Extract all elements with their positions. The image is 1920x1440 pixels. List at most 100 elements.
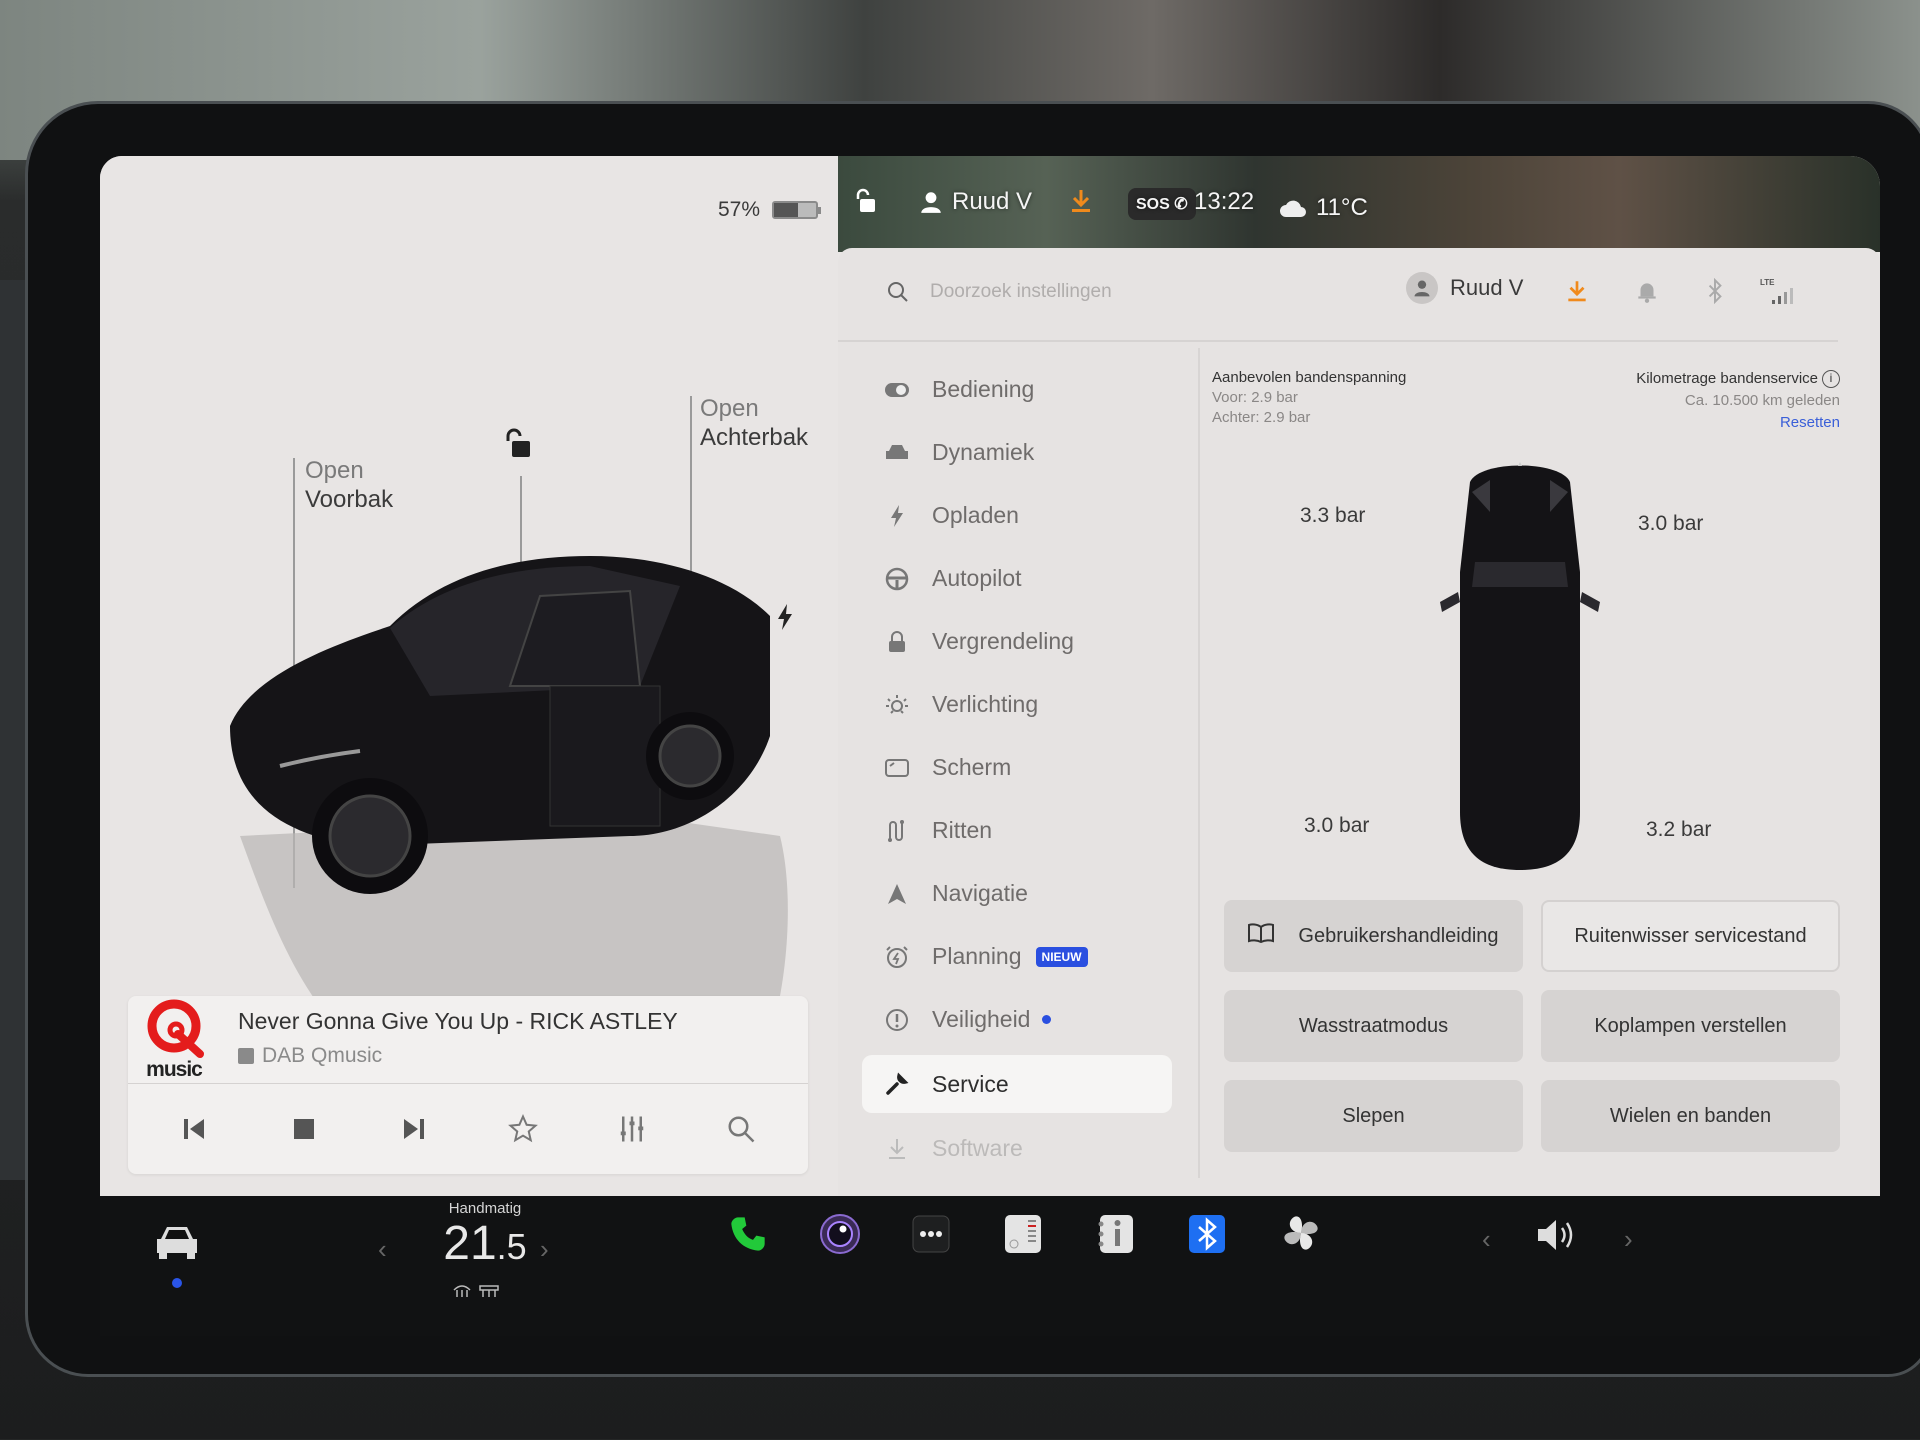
temp-decimal: .5 bbox=[496, 1226, 527, 1267]
sidebar-item-veiligheid[interactable]: Veiligheid bbox=[862, 988, 1172, 1051]
sidebar-item-opladen[interactable]: Opladen bbox=[862, 484, 1172, 547]
bolt-icon bbox=[884, 503, 910, 529]
favorite-button[interactable] bbox=[503, 1109, 543, 1149]
sidebar-item-ritten[interactable]: Ritten bbox=[862, 799, 1172, 862]
car-button[interactable] bbox=[152, 1222, 202, 1262]
outside-temperature: 11°C bbox=[1316, 194, 1368, 221]
media-now-playing: music Never Gonna Give You Up - RICK AST… bbox=[128, 996, 808, 1084]
open-frunk-button[interactable]: Open Voorbak bbox=[305, 456, 393, 514]
koplampen-verstellen-button[interactable]: Koplampen verstellen bbox=[1541, 990, 1840, 1062]
person-icon bbox=[1414, 280, 1430, 297]
reset-link[interactable]: Resetten bbox=[1636, 412, 1840, 434]
search-icon bbox=[888, 282, 908, 302]
temp-increase-button[interactable]: › bbox=[540, 1234, 549, 1265]
more-apps-button[interactable] bbox=[910, 1212, 952, 1256]
tire-front-left: 3.3 bar bbox=[1300, 504, 1366, 527]
search-icon bbox=[728, 1116, 755, 1143]
slepen-button[interactable]: Slepen bbox=[1224, 1080, 1523, 1152]
sidebar-item-verlichting[interactable]: Verlichting bbox=[862, 673, 1172, 736]
temp-decrease-button[interactable]: ‹ bbox=[378, 1234, 387, 1265]
display-icon bbox=[884, 755, 910, 781]
wasstraatmodus-button[interactable]: Wasstraatmodus bbox=[1224, 990, 1523, 1062]
alert-icon bbox=[884, 1007, 910, 1033]
service-content: Aanbevolen bandenspanning Voor: 2.9 bar … bbox=[1212, 344, 1862, 1194]
camera-button[interactable] bbox=[818, 1212, 862, 1256]
cabin-temperature[interactable]: 21.5 bbox=[418, 1216, 552, 1271]
status-profile[interactable]: Ruud V bbox=[918, 188, 1032, 216]
toggle-icon bbox=[884, 377, 910, 403]
tire-rear-right: 3.2 bar bbox=[1646, 818, 1712, 841]
button-label: Wielen en banden bbox=[1609, 1104, 1772, 1127]
sidebar-item-label: Planning bbox=[932, 943, 1022, 969]
sidebar-item-bediening[interactable]: Bediening bbox=[862, 358, 1172, 421]
sos-button[interactable]: SOS ✆ bbox=[1128, 188, 1196, 220]
qmusic-logo: music bbox=[134, 998, 214, 1082]
unlock-icon[interactable] bbox=[502, 428, 532, 460]
lte-signal-icon: LTE bbox=[1760, 278, 1800, 304]
volume-up-button[interactable]: › bbox=[1624, 1224, 1633, 1255]
bell-icon[interactable] bbox=[1634, 278, 1660, 304]
camera-icon bbox=[820, 1214, 860, 1254]
info-icon[interactable]: i bbox=[1822, 370, 1840, 389]
source-label: DAB Qmusic bbox=[262, 1044, 383, 1067]
sidebar-item-software[interactable]: Software bbox=[862, 1117, 1172, 1180]
car-panel: 57% Open Voorbak Open Achterbak music Ne… bbox=[100, 156, 838, 1196]
open-trunk-button[interactable]: Open Achterbak bbox=[700, 394, 808, 452]
phone-button[interactable] bbox=[726, 1212, 770, 1256]
download-icon[interactable] bbox=[1564, 278, 1590, 304]
bluetooth-icon bbox=[1189, 1215, 1225, 1253]
previous-track-button[interactable] bbox=[175, 1109, 215, 1149]
previous-icon bbox=[183, 1119, 204, 1139]
person-icon bbox=[921, 192, 941, 213]
volume-down-button[interactable]: ‹ bbox=[1482, 1224, 1491, 1255]
radio-source: DAB Qmusic bbox=[238, 1044, 382, 1068]
ruitenwisser-servicestand-button[interactable]: Ruitenwisser servicestand bbox=[1541, 900, 1840, 972]
gebruikershandleiding-button[interactable]: Gebruikershandleiding bbox=[1224, 900, 1523, 972]
climate-mode: Handmatig bbox=[448, 1200, 522, 1217]
media-search-button[interactable] bbox=[721, 1109, 761, 1149]
next-track-button[interactable] bbox=[393, 1109, 433, 1149]
sidebar-item-label: Veiligheid bbox=[932, 1006, 1031, 1032]
battery-status: 57% bbox=[718, 198, 821, 222]
weather: 11°C bbox=[1278, 194, 1368, 222]
sidebar-item-navigatie[interactable]: Navigatie bbox=[862, 862, 1172, 925]
status-download[interactable] bbox=[1070, 188, 1092, 214]
bluetooth-app-button[interactable] bbox=[1186, 1212, 1228, 1256]
sidebar-item-dynamiek[interactable]: Dynamiek bbox=[862, 421, 1172, 484]
sidebar-item-scherm[interactable]: Scherm bbox=[862, 736, 1172, 799]
charge-port-icon[interactable] bbox=[776, 604, 794, 630]
button-label: Ruitenwisser servicestand bbox=[1574, 924, 1807, 947]
car-icon bbox=[157, 1227, 197, 1259]
sidebar-item-autopilot[interactable]: Autopilot bbox=[862, 547, 1172, 610]
radio-app-button[interactable] bbox=[1002, 1212, 1044, 1256]
sidebar-item-label: Vergrendeling bbox=[932, 628, 1074, 654]
profile-button[interactable]: Ruud V bbox=[1406, 272, 1523, 304]
sidebar-item-label: Dynamiek bbox=[932, 439, 1035, 465]
volume-button[interactable] bbox=[1534, 1214, 1582, 1256]
wielen-en-banden-button[interactable]: Wielen en banden bbox=[1541, 1080, 1840, 1152]
sidebar-item-service[interactable]: Service bbox=[862, 1055, 1172, 1113]
sidebar-item-label: Bediening bbox=[932, 376, 1035, 402]
avatar bbox=[1406, 272, 1438, 304]
frunk-label: Voorbak bbox=[305, 486, 394, 513]
info-book-icon bbox=[1098, 1215, 1133, 1253]
stop-button[interactable] bbox=[284, 1109, 324, 1149]
sidebar-item-vergrendeling[interactable]: Vergrendeling bbox=[862, 610, 1172, 673]
clock: 13:22 bbox=[1194, 188, 1255, 215]
stop-icon bbox=[293, 1119, 314, 1139]
button-label: Gebruikershandleiding bbox=[1298, 924, 1499, 947]
manual-app-button[interactable] bbox=[1094, 1212, 1136, 1256]
sidebar-item-planning[interactable]: Planning NIEUW bbox=[862, 925, 1172, 988]
trips-icon bbox=[884, 818, 910, 844]
defrost-icons[interactable] bbox=[448, 1282, 504, 1298]
settings-search-input[interactable] bbox=[930, 272, 1370, 312]
lock-status[interactable] bbox=[854, 188, 876, 214]
fan-button[interactable] bbox=[1278, 1210, 1324, 1256]
equalizer-button[interactable] bbox=[612, 1109, 652, 1149]
bluetooth-icon[interactable] bbox=[1702, 278, 1728, 304]
tire-service-value: Ca. 10.500 km geleden bbox=[1684, 392, 1840, 409]
tire-service-mileage: Kilometrage bandenservice i Ca. 10.500 km… bbox=[1636, 368, 1840, 434]
equalizer-icon bbox=[620, 1116, 644, 1142]
touchscreen: 57% Open Voorbak Open Achterbak music Ne… bbox=[100, 156, 1880, 1196]
sidebar-item-label: Opladen bbox=[932, 502, 1019, 528]
